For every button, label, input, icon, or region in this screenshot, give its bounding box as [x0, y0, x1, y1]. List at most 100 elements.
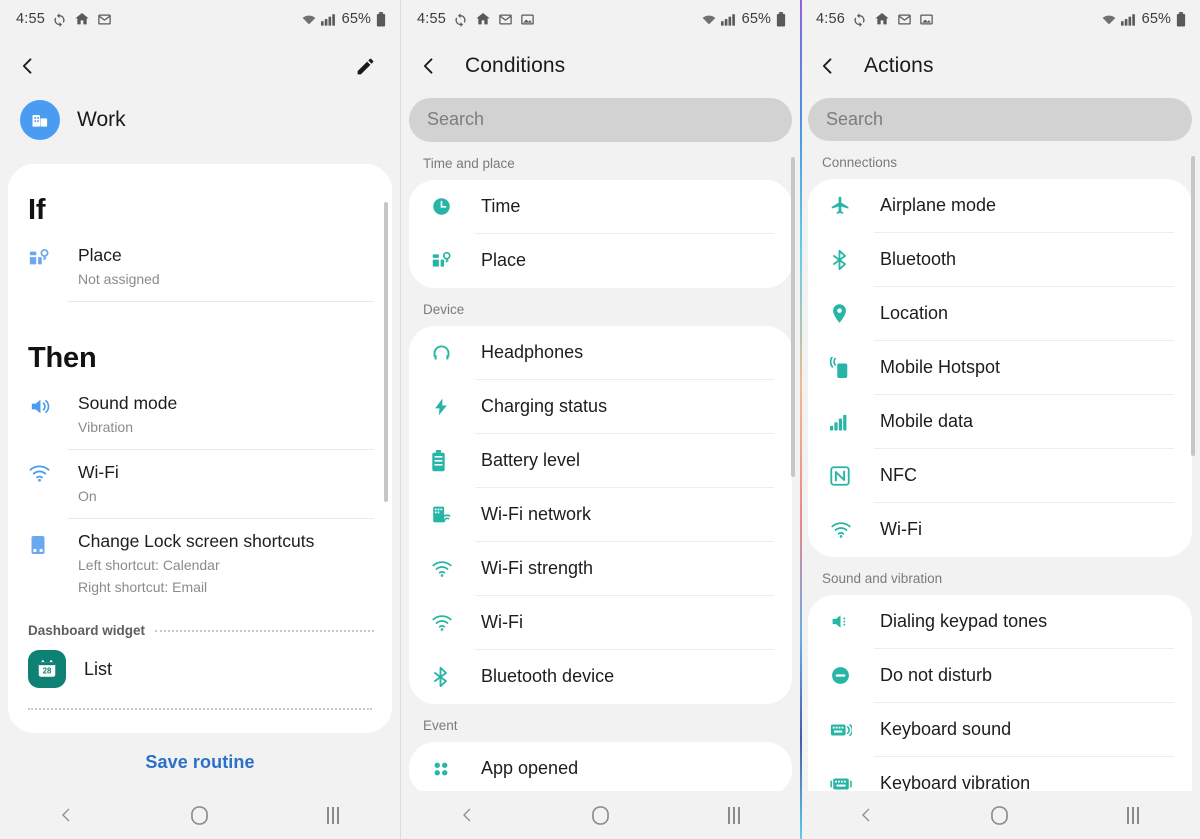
search-input[interactable]: Search — [409, 98, 792, 142]
clock-icon — [431, 196, 475, 217]
action-subtitle-left: Left shortcut: Calendar — [78, 557, 220, 573]
action-body: Change Lock screen shortcuts Left shortc… — [68, 519, 374, 609]
battery-percent: 65% — [741, 11, 771, 27]
svg-text:28: 28 — [43, 667, 52, 676]
mail-icon — [897, 12, 912, 27]
back-button[interactable] — [419, 51, 449, 81]
divider — [155, 629, 374, 632]
place-icon — [28, 233, 68, 269]
status-time: 4:55 — [417, 11, 447, 27]
list-item-mobile-hotspot[interactable]: Mobile Hotspot — [808, 341, 1192, 395]
page-title: Conditions — [465, 54, 566, 77]
action-title: Wi-Fi — [78, 462, 119, 482]
app-bar — [0, 38, 400, 94]
dashboard-widget-row[interactable]: 28 List — [8, 638, 392, 702]
signal-status-icon — [320, 13, 335, 26]
home-icon — [74, 11, 90, 27]
list-item-location[interactable]: Location — [808, 287, 1192, 341]
list-item-label: NFC — [880, 464, 917, 485]
edit-button[interactable] — [350, 51, 380, 81]
save-routine-button[interactable]: Save routine — [145, 752, 254, 773]
nav-back-icon[interactable] — [433, 805, 503, 825]
scrollbar[interactable] — [791, 156, 795, 477]
wifi-icon — [830, 521, 874, 539]
dashboard-widget-header: Dashboard widget — [8, 609, 392, 638]
lockscreen-icon — [28, 519, 68, 557]
action-subtitle-right: Right shortcut: Email — [78, 579, 208, 595]
building-icon — [30, 110, 50, 130]
list-item-label: Keyboard vibration — [880, 773, 1031, 791]
battery-icon — [1176, 11, 1186, 27]
list-item-place[interactable]: Place — [409, 234, 792, 288]
headphones-icon — [431, 342, 475, 363]
place-icon — [431, 250, 475, 271]
nav-back-icon[interactable] — [832, 805, 902, 825]
list-item-dialing-keypad-tones[interactable]: Dialing keypad tones — [808, 595, 1192, 649]
nav-home-icon[interactable] — [566, 805, 636, 825]
nav-recents-icon[interactable] — [699, 806, 769, 824]
nav-recents-icon[interactable] — [1098, 806, 1168, 824]
list-item-keyboard-vibration[interactable]: Keyboard vibration — [808, 757, 1192, 791]
action-body: Sound mode Vibration — [68, 381, 374, 450]
action-row-wifi[interactable]: Wi-Fi On — [8, 450, 392, 519]
airplane-icon — [830, 195, 874, 216]
then-heading: Then — [28, 342, 97, 374]
battery-icon — [376, 11, 386, 27]
dashboard-widget-name: List — [84, 658, 113, 679]
list-item-app-opened[interactable]: App opened — [409, 742, 792, 791]
list-item-charging-status[interactable]: Charging status — [409, 380, 792, 434]
list-item-label: Airplane mode — [880, 194, 997, 215]
search-input[interactable]: Search — [808, 98, 1192, 141]
list-item-label: Do not disturb — [880, 664, 993, 685]
sync-icon — [52, 12, 67, 27]
phone-screen-actions: 4:56 65% Actions Search Connections Airp… — [800, 0, 1200, 839]
page-title: Actions — [864, 54, 934, 77]
nav-recents-icon[interactable] — [298, 806, 368, 824]
list-item-airplane-mode[interactable]: Airplane mode — [808, 179, 1192, 233]
list-item-keyboard-sound[interactable]: Keyboard sound — [808, 703, 1192, 757]
back-button[interactable] — [18, 51, 48, 81]
mail-icon — [97, 12, 112, 27]
list-item-battery-level[interactable]: Battery level — [409, 434, 792, 488]
status-time: 4:56 — [816, 11, 846, 27]
nav-home-icon[interactable] — [965, 805, 1035, 825]
list-item-mobile-data[interactable]: Mobile data — [808, 395, 1192, 449]
list-item-headphones[interactable]: Headphones — [409, 326, 792, 380]
list-item-wifi[interactable]: Wi-Fi — [409, 596, 792, 650]
list-item-label: Wi-Fi network — [481, 503, 592, 524]
action-row-sound-mode[interactable]: Sound mode Vibration — [8, 381, 392, 450]
scrollbar[interactable] — [1191, 155, 1195, 456]
action-subtitle: On — [78, 488, 97, 504]
status-bar: 4:55 65% — [401, 0, 800, 38]
action-row-lockscreen-shortcuts[interactable]: Change Lock screen shortcuts Left shortc… — [8, 519, 392, 609]
list-item-bluetooth-device[interactable]: Bluetooth device — [409, 650, 792, 704]
nav-home-icon[interactable] — [165, 805, 235, 825]
home-icon — [874, 11, 890, 27]
action-title: Sound mode — [78, 393, 178, 413]
image-icon — [919, 12, 934, 27]
list-item-wifi[interactable]: Wi-Fi — [808, 503, 1192, 557]
list-item-bluetooth[interactable]: Bluetooth — [808, 233, 1192, 287]
list-item-do-not-disturb[interactable]: Do not disturb — [808, 649, 1192, 703]
actions-list: Connections Airplane mode Bluetooth Loca… — [800, 141, 1200, 791]
list-item-label: Mobile data — [880, 410, 974, 431]
scrollbar[interactable] — [384, 202, 388, 502]
list-item-label: Wi-Fi — [481, 611, 523, 632]
apps-icon — [431, 759, 475, 779]
app-bar: Conditions — [401, 38, 800, 94]
routine-card: If Place Not assigned Then Sound mode Vi… — [8, 164, 392, 733]
list-item-time[interactable]: Time — [409, 180, 792, 234]
keypad-tones-icon — [830, 611, 874, 632]
condition-row-place[interactable]: Place Not assigned — [8, 233, 392, 302]
back-button[interactable] — [818, 51, 848, 81]
list-item-nfc[interactable]: NFC — [808, 449, 1192, 503]
dashboard-widget-label: Dashboard widget — [28, 623, 146, 638]
group-header-sound-and-vibration: Sound and vibration — [822, 570, 943, 586]
nav-back-icon[interactable] — [32, 805, 102, 825]
list-item-wifi-network[interactable]: Wi-Fi network — [409, 488, 792, 542]
phone-screen-conditions: 4:55 65% Conditions Search Time and plac… — [400, 0, 800, 839]
list-item-wifi-strength[interactable]: Wi-Fi strength — [409, 542, 792, 596]
status-bar: 4:55 65% — [0, 0, 400, 38]
sync-icon — [852, 12, 867, 27]
battery-percent: 65% — [1141, 11, 1171, 27]
